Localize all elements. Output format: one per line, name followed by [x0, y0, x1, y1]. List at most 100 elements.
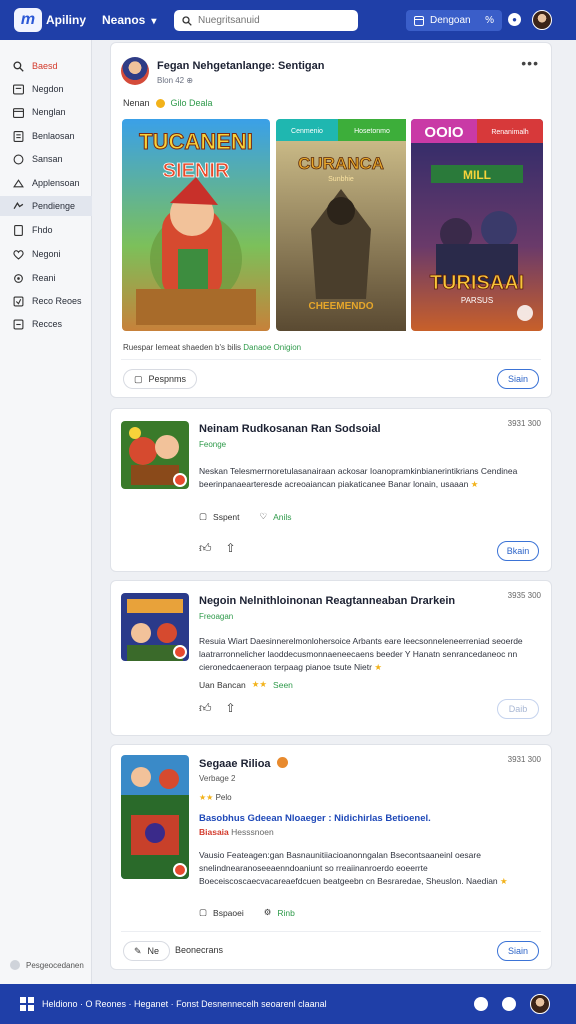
game-cover-2[interactable]: Cenmenio Hosetonmo CURANCA Sunbhie CHEEM…	[276, 119, 424, 331]
cover-tag-right: Renanimalh	[491, 129, 528, 136]
game-cover-3[interactable]: OOIO Renanimalh MILL TURISAAI PARSUS	[411, 119, 543, 331]
sidebar-item-files[interactable]: Fhdo	[0, 220, 92, 240]
post-title[interactable]: Neinam Rudkosanan Ran Sodsoial	[199, 423, 381, 435]
top-bar: m Apiliny Neanos ▾ Dengoan % ●	[0, 0, 576, 40]
post-action-row: ▢ Bspaoei ⚙ Rinb	[199, 907, 295, 918]
post-card: Neinam Rudkosanan Ran Sodsoial 3931 300 …	[110, 408, 552, 572]
user-avatar[interactable]	[532, 10, 552, 30]
sidebar-item-apps[interactable]: Applensoan	[0, 173, 92, 193]
star-icon: ★	[470, 479, 479, 489]
app-name[interactable]: Apiliny	[46, 13, 86, 27]
cover-title-top: CURANCA	[298, 154, 384, 173]
receipt-icon	[12, 295, 24, 307]
tagline-green[interactable]: Gilo Deala	[171, 98, 213, 108]
cover-title-top: OOIO	[424, 124, 464, 141]
sidebar-item-label: Pendienge	[32, 201, 76, 211]
action-green[interactable]: Rinb	[277, 908, 294, 918]
sidebar-item-search[interactable]: Baesd	[0, 56, 92, 76]
post-caption: Ruespar Iemeat shaeden b's bilis Danaoe …	[123, 343, 301, 352]
sidebar-item-label: Fhdo	[32, 225, 53, 235]
post-category[interactable]: Feonge	[199, 440, 226, 449]
sidebar-footer[interactable]: Pesgeocedanen	[10, 960, 84, 970]
sidebar-item-inbox[interactable]: Negdon	[0, 79, 92, 99]
post-category[interactable]: Freoagan	[199, 612, 233, 621]
file-icon	[12, 224, 24, 236]
windows-icon[interactable]	[20, 997, 34, 1011]
grid-icon	[414, 15, 424, 26]
follow-button[interactable]: Daib	[497, 699, 539, 719]
like-icon[interactable]: 👍︎	[199, 541, 212, 556]
cover-title-sub: PARSUS	[461, 296, 493, 305]
app-logo[interactable]: m	[14, 8, 42, 32]
dislike-icon[interactable]: ⇧	[226, 541, 236, 556]
post-title[interactable]: Fegan Nehgetanlange: Sentigan	[157, 60, 324, 72]
cover-tag-right: Hosetonmo	[354, 128, 390, 135]
nav-dropdown-label: Neanos	[102, 13, 146, 27]
post-subline: Biasaia Hesssnoen	[199, 827, 274, 837]
sidebar-item-label: Baesd	[32, 61, 58, 71]
sidebar-item-circle[interactable]: Sansan	[0, 149, 92, 169]
logo-text: m	[20, 11, 36, 28]
notification-icon[interactable]: ●	[508, 13, 521, 26]
sidebar-item-list[interactable]: Recces	[0, 314, 92, 334]
dislike-icon[interactable]: ⇧	[226, 701, 236, 716]
follow-button[interactable]: Bkain	[497, 541, 539, 561]
settings-icon	[12, 272, 24, 284]
rating-badge-icon	[517, 305, 533, 321]
filter-button-label: Dengoan	[430, 15, 471, 26]
settings-icon[interactable]: ⚙	[264, 907, 272, 918]
more-options-icon[interactable]: •••	[521, 55, 539, 71]
caption-link[interactable]: Danaoe Onigion	[243, 343, 301, 352]
globe-icon: ⊕	[186, 76, 194, 85]
author-avatar[interactable]	[121, 57, 149, 85]
follow-button[interactable]: Siain	[497, 941, 539, 961]
search-input[interactable]	[198, 15, 348, 26]
badge-icon	[173, 863, 187, 877]
post-title[interactable]: Segaae Rilioa	[199, 757, 288, 770]
post-thumbnail[interactable]	[121, 755, 189, 879]
post-title[interactable]: Negoin Nelnithloinonan Reagtanneaban Dra…	[199, 595, 455, 607]
bottom-bar-text[interactable]: Heldiono · O Reones · Heganet · Fonst De…	[42, 999, 327, 1009]
cover-title-bottom: TURISAAI	[430, 272, 524, 294]
bookmark-icon[interactable]: ▢	[199, 907, 207, 918]
star-icon: ★	[500, 876, 508, 886]
search-icon	[12, 60, 24, 72]
sidebar-item-receipts[interactable]: Reco Reoes	[0, 291, 92, 311]
sidebar-item-label: Reani	[32, 273, 56, 283]
post-body: Resuia Wiart Daesinnerelmonlohersoice Ar…	[199, 635, 539, 674]
sidebar-item-label: Nenglan	[32, 107, 66, 117]
sidebar-item-favorites[interactable]: Negoni	[0, 244, 92, 264]
footer-text: Beonecrans	[175, 945, 224, 955]
filter-button[interactable]: Dengoan %	[406, 10, 502, 31]
search-bar[interactable]	[174, 10, 358, 31]
action-green[interactable]: Anils	[273, 512, 291, 522]
sidebar-item-calendar[interactable]: Nenglan	[0, 102, 92, 122]
heart-icon[interactable]: ♡	[260, 511, 268, 522]
chat-icon[interactable]	[474, 997, 488, 1011]
sidebar-item-documents[interactable]: Benlaosan	[0, 126, 92, 146]
circle-icon	[12, 153, 24, 165]
divider	[121, 931, 541, 932]
post-headline-link[interactable]: Basobhus Gdeean Nloaeger : Nidichirlas B…	[199, 813, 431, 824]
divider	[121, 359, 541, 360]
action-label[interactable]: Sspent	[213, 512, 239, 522]
post-thumbnail[interactable]	[121, 421, 189, 489]
action-label[interactable]: Uan Bancan	[199, 680, 246, 690]
post-card: Negoin Nelnithloinonan Reagtanneaban Dra…	[110, 580, 552, 736]
post-card: Segaae Rilioa 3931 300 Verbage 2 ★★ Pelo…	[110, 744, 552, 970]
post-date: 3931 300	[507, 755, 541, 764]
follow-button[interactable]: Siain	[497, 369, 539, 389]
settings-icon[interactable]	[502, 997, 516, 1011]
sidebar-item-settings[interactable]: Reani	[0, 268, 92, 288]
nav-dropdown[interactable]: Neanos ▾	[102, 13, 156, 27]
bookmark-icon[interactable]: ▢	[199, 511, 207, 522]
reply-button[interactable]: ✎ Ne	[123, 941, 171, 961]
like-icon[interactable]: 👍︎	[199, 701, 212, 716]
action-label[interactable]: Bspaoei	[213, 908, 244, 918]
user-avatar[interactable]	[530, 994, 550, 1014]
comment-button[interactable]: ▢ Pespnms	[123, 369, 198, 389]
sidebar-item-games[interactable]: Pendienge	[0, 196, 92, 216]
action-green[interactable]: Seen	[273, 680, 293, 690]
post-thumbnail[interactable]	[121, 593, 189, 661]
game-cover-1[interactable]: TUCANENI SIENIR	[122, 119, 270, 331]
